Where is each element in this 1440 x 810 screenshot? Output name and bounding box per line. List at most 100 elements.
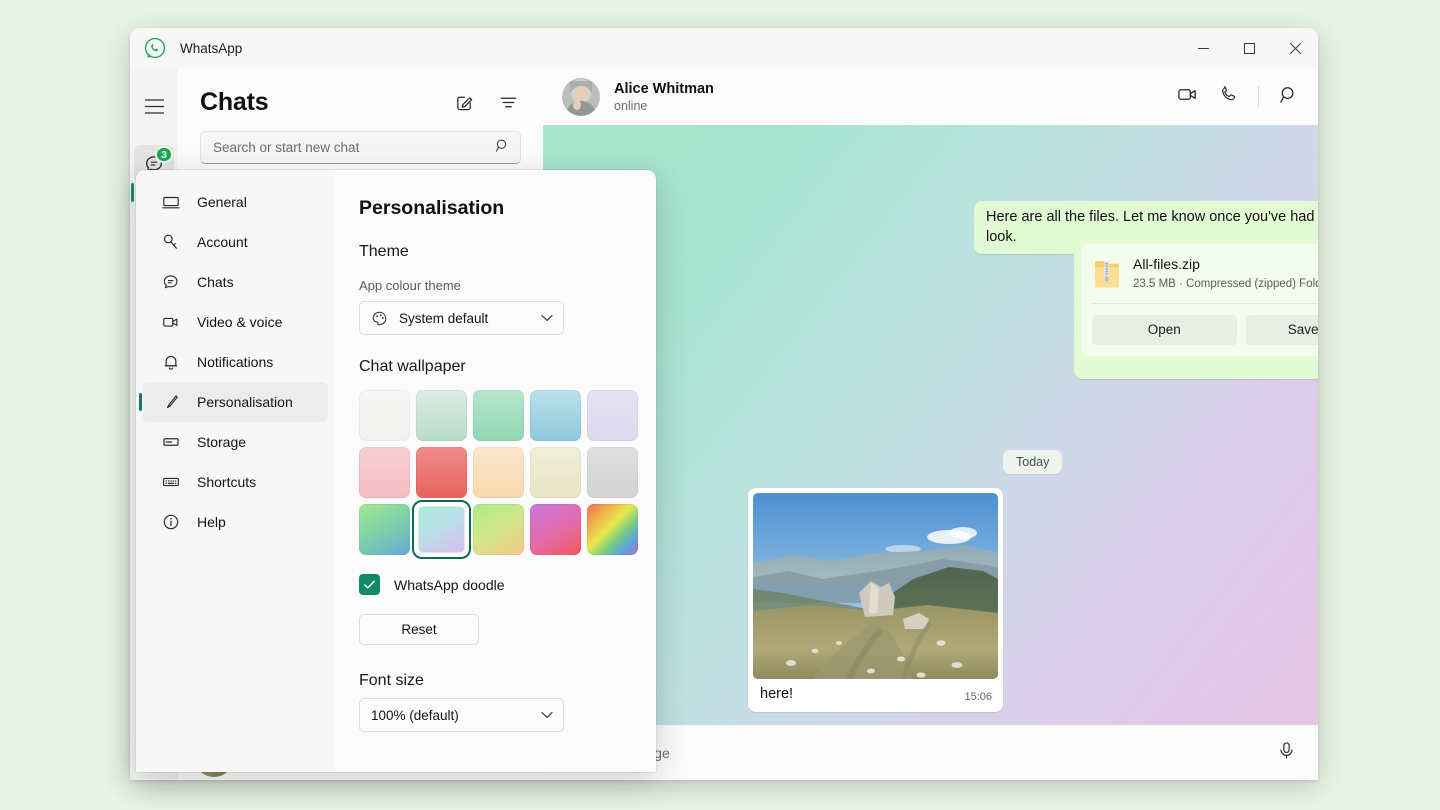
- file-attachment-card: All-files.zip 23.5 MB · Compressed (zipp…: [1081, 244, 1318, 356]
- settings-nav: General Account Chats: [136, 170, 335, 772]
- monitor-icon: [161, 193, 180, 212]
- minimize-button[interactable]: [1180, 28, 1226, 68]
- message-bubble-image[interactable]: here! 15:06: [748, 488, 1003, 712]
- wallpaper-swatch-sky-blue[interactable]: [530, 390, 581, 441]
- swatch-colour: [587, 447, 638, 498]
- wallpaper-swatch-pale-mint[interactable]: [416, 390, 467, 441]
- whatsapp-doodle-label: WhatsApp doodle: [394, 577, 505, 593]
- wallpaper-swatch-grid: [359, 390, 630, 555]
- chat-wallpaper: Here are all the files. Let me know once…: [543, 125, 1318, 780]
- wallpaper-swatch-lime-peach[interactable]: [473, 504, 524, 555]
- swatch-colour: [587, 504, 638, 555]
- title-bar: WhatsApp: [130, 28, 1318, 68]
- video-camera-icon: [161, 313, 180, 332]
- wallpaper-swatch-peach[interactable]: [473, 447, 524, 498]
- message-list: Here are all the files. Let me know once…: [543, 125, 1318, 780]
- wallpaper-swatch-violet-pink[interactable]: [530, 504, 581, 555]
- conversation-header: Alice Whitman online: [543, 68, 1318, 125]
- checkmark-icon: [363, 578, 376, 591]
- sidebar-item-video-voice[interactable]: Video & voice: [143, 302, 328, 342]
- sidebar-item-label: Account: [197, 234, 248, 250]
- swatch-colour: [359, 447, 410, 498]
- message-time: 15:06: [964, 690, 992, 705]
- wallpaper-swatch-white[interactable]: [359, 390, 410, 441]
- swatch-colour: [473, 447, 524, 498]
- wallpaper-swatch-mint[interactable]: [473, 390, 524, 441]
- search-icon[interactable]: [1279, 85, 1298, 109]
- mountain-landscape-photo[interactable]: [753, 493, 998, 679]
- sidebar-item-personalisation[interactable]: Personalisation: [143, 382, 328, 422]
- chevron-down-icon: [541, 706, 553, 724]
- sidebar-item-label: Personalisation: [197, 394, 293, 410]
- swatch-colour: [416, 447, 467, 498]
- message-caption: here!: [760, 685, 793, 705]
- file-meta: 23.5 MB · Compressed (zipped) Folder: [1133, 277, 1318, 293]
- palette-icon: [371, 310, 388, 327]
- sidebar-item-shortcuts[interactable]: Shortcuts: [143, 462, 328, 502]
- key-icon: [161, 233, 180, 252]
- doodle-toggle-row[interactable]: WhatsApp doodle: [359, 574, 630, 595]
- wallpaper-swatch-pale-pink[interactable]: [359, 447, 410, 498]
- swatch-colour: [530, 447, 581, 498]
- wallpaper-swatch-green-blue[interactable]: [359, 504, 410, 555]
- swatch-colour: [530, 390, 581, 441]
- app-title: WhatsApp: [180, 41, 242, 56]
- whatsapp-doodle-checkbox[interactable]: [359, 574, 380, 595]
- sidebar-item-general[interactable]: General: [143, 182, 328, 222]
- contact-avatar[interactable]: [562, 78, 600, 116]
- search-icon: [495, 138, 510, 158]
- wallpaper-swatch-coral-red[interactable]: [416, 447, 467, 498]
- search-input[interactable]: Search or start new chat: [200, 131, 521, 164]
- sidebar-item-notifications[interactable]: Notifications: [143, 342, 328, 382]
- whatsapp-logo-icon: [144, 37, 166, 59]
- sidebar-item-label: Help: [197, 514, 226, 530]
- sidebar-item-account[interactable]: Account: [143, 222, 328, 262]
- settings-page-title: Personalisation: [359, 197, 630, 220]
- wallpaper-swatch-lavender[interactable]: [587, 390, 638, 441]
- zip-folder-icon: [1094, 258, 1120, 290]
- settings-dialog: General Account Chats: [136, 170, 656, 772]
- wallpaper-swatch-cream[interactable]: [530, 447, 581, 498]
- page-title: Chats: [200, 88, 268, 117]
- swatch-colour: [587, 390, 638, 441]
- reset-button[interactable]: Reset: [359, 614, 479, 645]
- close-button[interactable]: [1272, 28, 1318, 68]
- sidebar-item-help[interactable]: Help: [143, 502, 328, 542]
- screen: WhatsApp: [0, 0, 1440, 810]
- hamburger-menu-icon[interactable]: [138, 90, 170, 122]
- sidebar-item-storage[interactable]: Storage: [143, 422, 328, 462]
- maximize-button[interactable]: [1226, 28, 1272, 68]
- wallpaper-swatch-grey[interactable]: [587, 447, 638, 498]
- filter-icon[interactable]: [495, 90, 521, 116]
- font-size-section-title: Font size: [359, 672, 630, 690]
- video-call-icon[interactable]: [1177, 84, 1198, 110]
- swatch-colour: [473, 504, 524, 555]
- font-size-select[interactable]: 100% (default): [359, 698, 564, 732]
- open-file-button[interactable]: Open: [1092, 315, 1237, 345]
- swatch-colour: [359, 390, 410, 441]
- search-placeholder: Search or start new chat: [213, 140, 359, 155]
- font-size-value: 100% (default): [371, 708, 459, 723]
- rail-active-indicator: [131, 183, 134, 202]
- wallpaper-swatch-mint-lilac[interactable]: [416, 504, 467, 555]
- wallpaper-section-title: Chat wallpaper: [359, 358, 630, 376]
- app-colour-theme-select[interactable]: System default: [359, 301, 564, 335]
- swatch-colour: [359, 504, 410, 555]
- chat-bubble-icon: [161, 273, 180, 292]
- new-chat-pencil-icon[interactable]: [451, 90, 477, 116]
- wallpaper-swatch-rainbow[interactable]: [587, 504, 638, 555]
- message-composer[interactable]: Type a message: [543, 725, 1318, 780]
- app-colour-theme-value: System default: [399, 311, 488, 326]
- window-controls: [1180, 28, 1318, 68]
- keyboard-icon: [161, 473, 180, 492]
- conversation-pane: Alice Whitman online: [543, 68, 1318, 780]
- microphone-icon[interactable]: [1277, 741, 1296, 765]
- sidebar-item-chats[interactable]: Chats: [143, 262, 328, 302]
- message-bubble-file[interactable]: All-files.zip 23.5 MB · Compressed (zipp…: [1074, 237, 1318, 379]
- sidebar-item-label: Notifications: [197, 354, 273, 370]
- swatch-colour: [530, 504, 581, 555]
- sidebar-item-label: Video & voice: [197, 314, 282, 330]
- phone-call-icon[interactable]: [1218, 84, 1238, 109]
- swatch-colour: [473, 390, 524, 441]
- save-as-button[interactable]: Save as...: [1246, 315, 1319, 345]
